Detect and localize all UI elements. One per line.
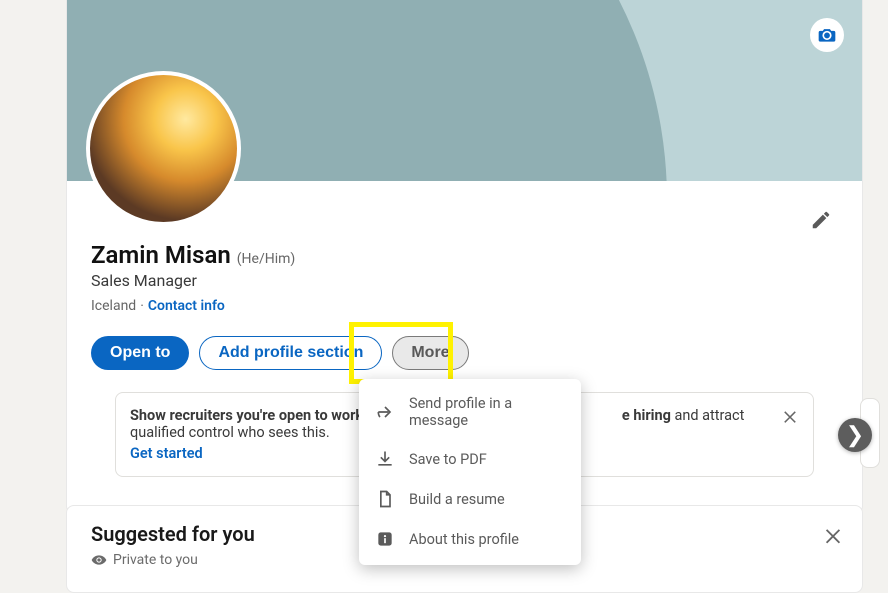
avatar-button[interactable]: [86, 71, 241, 226]
menu-label: Build a resume: [409, 491, 505, 508]
contact-info-link[interactable]: Contact info: [148, 298, 225, 314]
location-row: Iceland·Contact info: [91, 298, 838, 314]
menu-label: About this profile: [409, 531, 519, 548]
profile-name: Zamin Misan: [91, 241, 231, 269]
menu-label: Send profile in a message: [409, 395, 565, 429]
menu-send-profile[interactable]: Send profile in a message: [359, 385, 581, 439]
promo-strong: Show recruiters you're open to work: [130, 407, 363, 424]
suggested-private-label: Private to you: [113, 552, 198, 568]
menu-build-resume[interactable]: Build a resume: [359, 479, 581, 519]
name-row: Zamin Misan (He/Him): [91, 241, 838, 269]
chevron-right-icon: ❯: [846, 423, 864, 448]
pronouns: (He/Him): [237, 251, 296, 267]
eye-icon: [91, 552, 107, 568]
edit-cover-photo-button[interactable]: [810, 18, 844, 52]
headline: Sales Manager: [91, 271, 838, 290]
more-dropdown-menu: Send profile in a message Save to PDF Bu…: [359, 379, 581, 565]
location: Iceland: [91, 298, 136, 314]
close-icon: [822, 524, 844, 546]
profile-action-buttons: Open to Add profile section More: [91, 336, 838, 370]
more-button[interactable]: More: [392, 336, 468, 370]
open-to-button[interactable]: Open to: [91, 336, 189, 370]
menu-label: Save to PDF: [409, 451, 487, 468]
camera-icon: [817, 25, 837, 45]
promo-hiring: e hiring: [622, 407, 671, 424]
pencil-icon: [810, 209, 832, 231]
info-icon: [375, 529, 395, 549]
carousel-next-button[interactable]: ❯: [838, 418, 872, 452]
promo-close-button[interactable]: [777, 403, 803, 433]
close-icon: [781, 407, 799, 425]
menu-save-pdf[interactable]: Save to PDF: [359, 439, 581, 479]
menu-about-profile[interactable]: About this profile: [359, 519, 581, 559]
suggested-close-button[interactable]: [822, 524, 844, 550]
send-arrow-icon: [375, 402, 395, 422]
document-icon: [375, 489, 395, 509]
avatar-image: [90, 75, 237, 222]
edit-profile-button[interactable]: [804, 203, 838, 237]
download-icon: [375, 449, 395, 469]
add-profile-section-button[interactable]: Add profile section: [199, 336, 382, 370]
